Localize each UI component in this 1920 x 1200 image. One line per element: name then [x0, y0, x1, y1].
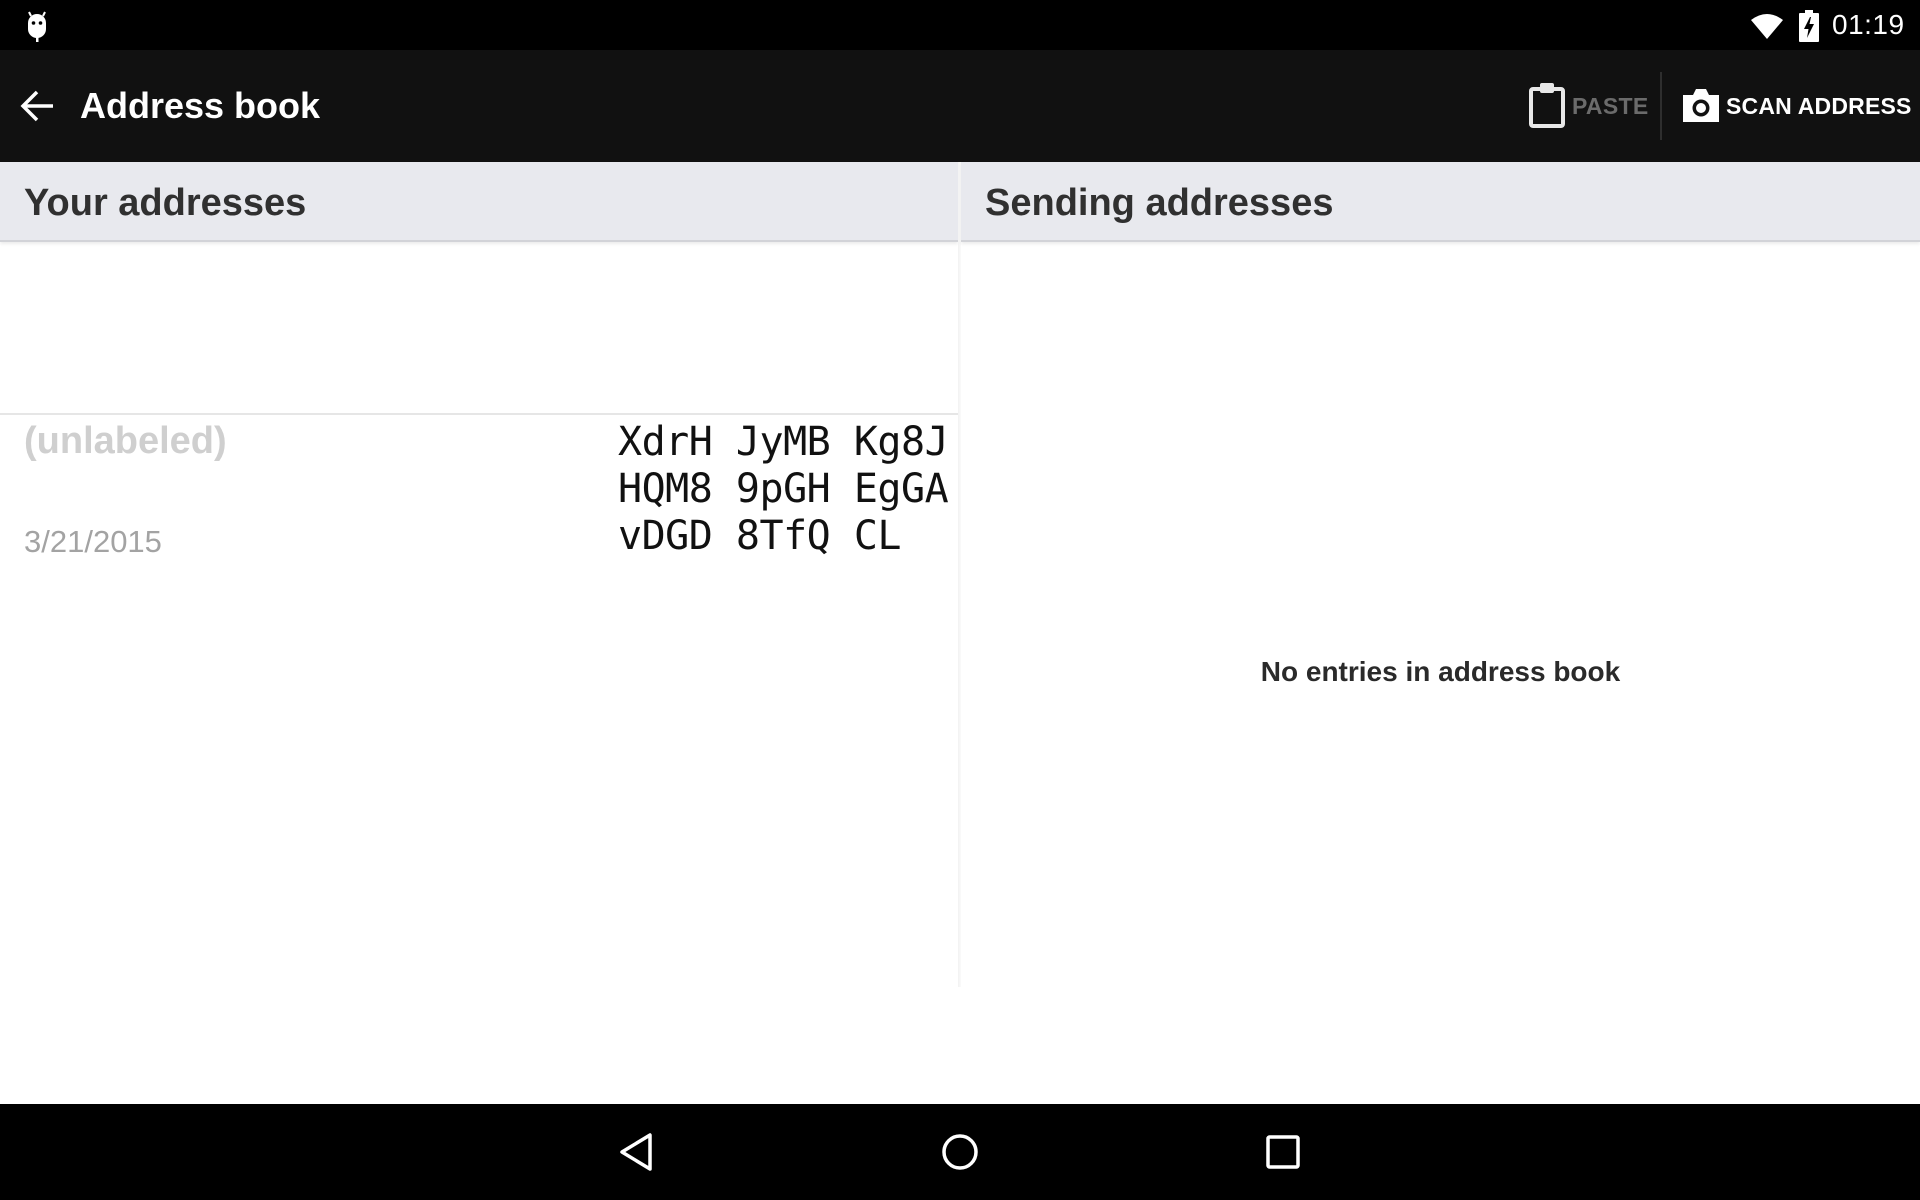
- address-line: HQM8 9pGH EgGA: [618, 466, 949, 512]
- sending-addresses-header: Sending addresses: [961, 162, 1920, 242]
- screen: 01:19 Address book PASTE SCAN ADDRESS Yo…: [0, 0, 1920, 1200]
- your-addresses-header: Your addresses: [0, 162, 958, 242]
- android-icon: [24, 9, 50, 43]
- address-line: XdrH JyMB Kg8J: [618, 419, 949, 465]
- arrow-back-icon: [20, 90, 53, 122]
- nav-recents-button[interactable]: [1248, 1122, 1318, 1182]
- clipboard-icon: [1529, 83, 1565, 128]
- nav-home-icon: [942, 1134, 978, 1170]
- nav-back-button[interactable]: [602, 1122, 672, 1182]
- address-line: vDGD 8TfQ CL: [618, 513, 901, 559]
- sending-addresses-pane: Sending addresses No entries in address …: [961, 162, 1920, 1104]
- wifi-icon: [1750, 12, 1784, 40]
- your-addresses-pane: Your addresses (unlabeled) 3/21/2015 Xdr…: [0, 162, 958, 1104]
- address-label: (unlabeled): [24, 420, 227, 462]
- nav-recents-icon: [1266, 1135, 1300, 1169]
- action-divider: [1660, 72, 1662, 140]
- sending-addresses-title: Sending addresses: [985, 182, 1334, 224]
- paste-button[interactable]: PASTE: [1518, 74, 1648, 138]
- empty-list-message: No entries in address book: [1260, 656, 1621, 687]
- address-date: 3/21/2015: [24, 524, 162, 559]
- nav-home-button[interactable]: [925, 1122, 995, 1182]
- list-item[interactable]: (unlabeled) 3/21/2015 XdrH JyMB Kg8J HQM…: [0, 243, 958, 559]
- status-bar: 01:19: [0, 0, 1920, 50]
- action-bar: Address book PASTE SCAN ADDRESS: [0, 50, 1920, 162]
- scan-address-button[interactable]: SCAN ADDRESS: [1672, 74, 1912, 138]
- nav-back-icon: [620, 1133, 652, 1171]
- battery-charging-icon: [1798, 10, 1820, 42]
- back-button[interactable]: [10, 80, 70, 132]
- scan-address-label: SCAN ADDRESS: [1726, 93, 1912, 119]
- navigation-bar: [0, 1104, 1920, 1200]
- camera-icon: [1683, 89, 1719, 122]
- your-addresses-title: Your addresses: [24, 182, 307, 224]
- page-title: Address book: [80, 85, 321, 126]
- paste-label: PASTE: [1572, 93, 1649, 119]
- status-clock: 01:19: [1832, 9, 1905, 40]
